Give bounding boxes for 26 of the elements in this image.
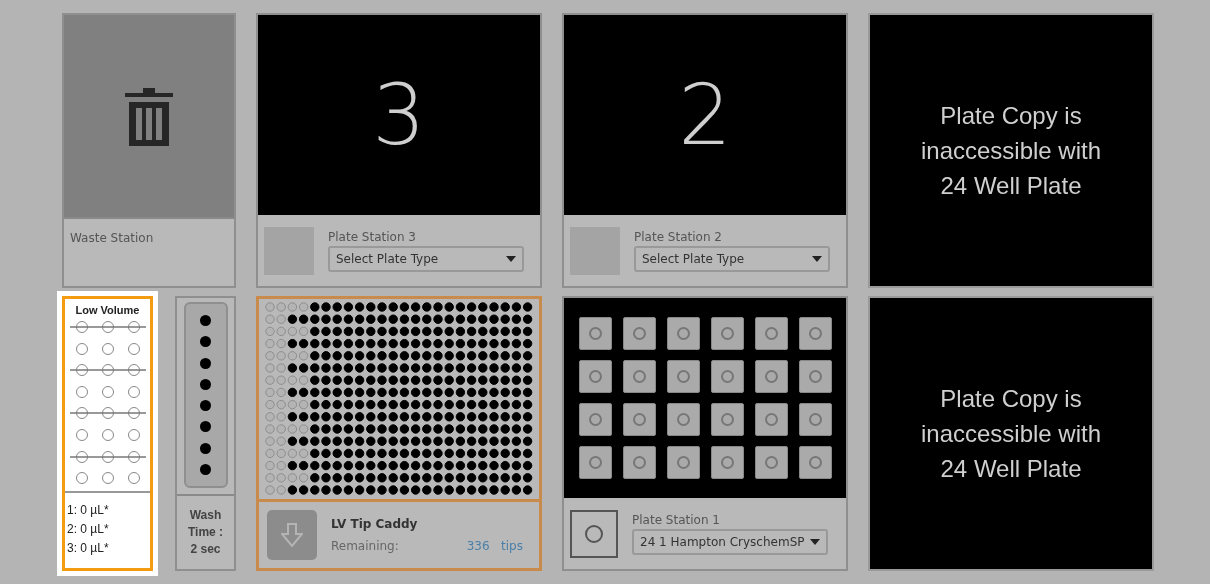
caddy-name: LV Tip Caddy [331,517,419,531]
volume-reading: 1: 0 µL* [67,502,110,520]
down-arrow-icon [281,523,303,547]
plate-copy-message: Plate Copy is inaccessible with 24 Well Plate [919,384,1103,484]
low-volume-title: Low Volume [75,304,140,316]
caret-icon [506,255,516,262]
station-number: 3 [372,66,426,164]
eject-button[interactable] [267,510,317,560]
plate-type-dropdown[interactable]: 24 1 Hampton CryschemSP [632,528,828,555]
station-label: Plate Station 1 [632,512,721,527]
wash-time-label: Wash Time : 2 sec [186,507,225,558]
station-label: Waste Station [70,231,154,245]
caret-icon [812,255,822,262]
volume-reading: 3: 0 µL* [67,540,110,558]
plate-copy-message: Plate Copy is inaccessible with 24 Well Plate [919,101,1103,201]
station-number: 2 [678,66,732,164]
tip-count: 336 tips [466,539,523,553]
well-icon [570,509,618,558]
volume-reading: 2: 0 µL* [67,521,110,539]
plate-type-dropdown[interactable]: Select Plate Type [634,245,830,272]
station-label: Plate Station 2 [634,229,723,244]
remaining-label: Remaining: [331,539,399,553]
caret-icon [810,538,820,545]
station-label: Plate Station 3 [328,229,417,244]
trash-icon [123,86,175,146]
plate-type-dropdown[interactable]: Select Plate Type [328,245,524,272]
